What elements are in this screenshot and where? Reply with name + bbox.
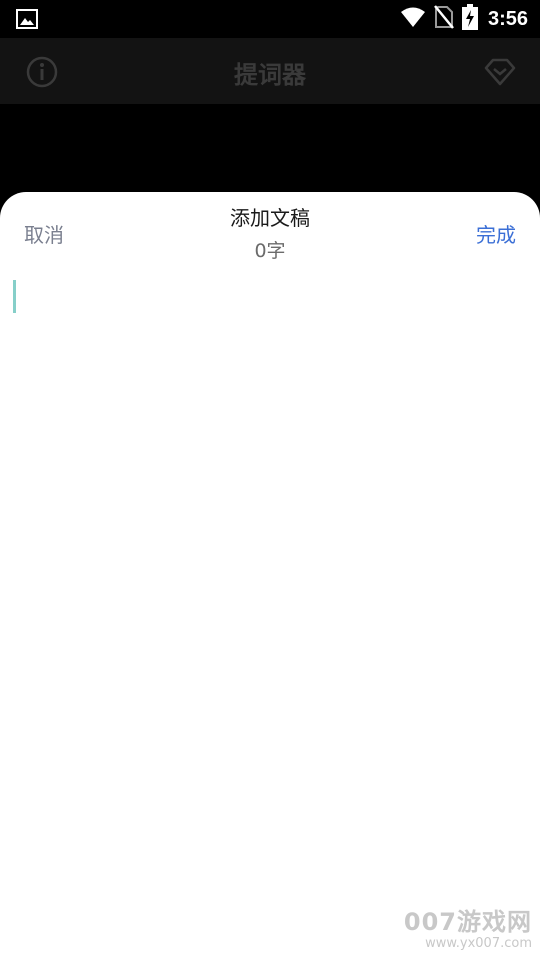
diamond-vip-icon[interactable] [482, 54, 518, 90]
status-icons: 3:56 [400, 4, 528, 34]
text-caret [13, 280, 16, 313]
battery-charging-icon [461, 4, 478, 34]
watermark-logo-text: 007游戏网 [403, 908, 532, 936]
app-header: 提词器 [0, 38, 540, 104]
gallery-icon [16, 8, 38, 30]
add-script-sheet: 取消 添加文稿 0字 完成 [0, 192, 540, 960]
watermark-url: www.yx007.com [425, 936, 532, 951]
script-text-input[interactable] [10, 276, 530, 936]
modal-scrim[interactable] [0, 104, 540, 204]
status-time: 3:56 [487, 7, 528, 30]
page-title: 提词器 [234, 61, 306, 89]
wifi-icon [400, 6, 426, 32]
sheet-title: 添加文稿 [230, 206, 310, 230]
word-count: 0字 [254, 240, 286, 262]
status-bar: 3:56 [0, 0, 540, 38]
done-button[interactable]: 完成 [476, 219, 516, 248]
watermark: 007游戏网 www.yx007.com [396, 908, 532, 952]
screen: 3:56 提词器 取消 添加文稿 0字 完成 007游戏网 www.yx007.… [0, 0, 540, 960]
no-sim-icon [434, 5, 454, 33]
